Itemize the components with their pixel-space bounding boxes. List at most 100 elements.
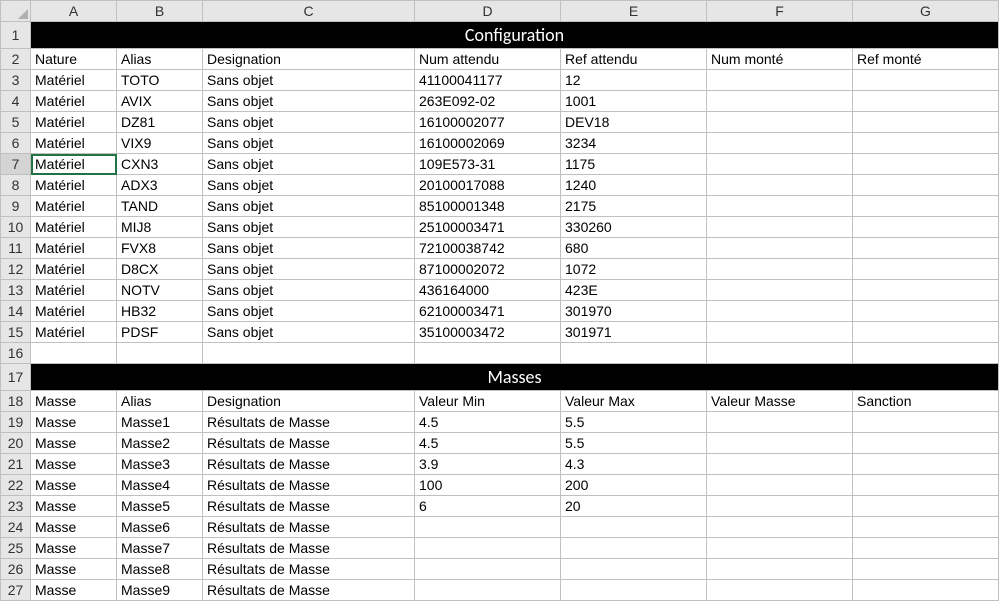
cell-E20[interactable]: 5.5 [561, 433, 707, 454]
cell-D23[interactable]: 6 [415, 496, 561, 517]
cell-E25[interactable] [561, 538, 707, 559]
cell-A2[interactable]: Nature [31, 49, 117, 70]
cell-C25[interactable]: Résultats de Masse [203, 538, 415, 559]
cell-C16[interactable] [203, 343, 415, 364]
row-header-26[interactable]: 26 [1, 559, 31, 580]
cell-G2[interactable]: Ref monté [853, 49, 999, 70]
cell-G20[interactable] [853, 433, 999, 454]
cell-A21[interactable]: Masse [31, 454, 117, 475]
cell-A11[interactable]: Matériel [31, 238, 117, 259]
cell-B11[interactable]: FVX8 [117, 238, 203, 259]
cell-F18[interactable]: Valeur Masse [707, 391, 853, 412]
cell-C19[interactable]: Résultats de Masse [203, 412, 415, 433]
cell-B14[interactable]: HB32 [117, 301, 203, 322]
cell-D10[interactable]: 25100003471 [415, 217, 561, 238]
cell-B10[interactable]: MIJ8 [117, 217, 203, 238]
cell-C27[interactable]: Résultats de Masse [203, 580, 415, 601]
cell-E16[interactable] [561, 343, 707, 364]
column-header-F[interactable]: F [707, 1, 853, 22]
cell-A24[interactable]: Masse [31, 517, 117, 538]
cell-G15[interactable] [853, 322, 999, 343]
row-header-8[interactable]: 8 [1, 175, 31, 196]
cell-A9[interactable]: Matériel [31, 196, 117, 217]
cell-E14[interactable]: 301970 [561, 301, 707, 322]
cell-G6[interactable] [853, 133, 999, 154]
cell-G21[interactable] [853, 454, 999, 475]
cell-G10[interactable] [853, 217, 999, 238]
cell-A25[interactable]: Masse [31, 538, 117, 559]
column-header-G[interactable]: G [853, 1, 999, 22]
cell-G11[interactable] [853, 238, 999, 259]
cell-A27[interactable]: Masse [31, 580, 117, 601]
cell-F16[interactable] [707, 343, 853, 364]
row-header-15[interactable]: 15 [1, 322, 31, 343]
cell-A18[interactable]: Masse [31, 391, 117, 412]
cell-F6[interactable] [707, 133, 853, 154]
cell-F24[interactable] [707, 517, 853, 538]
cell-B5[interactable]: DZ81 [117, 112, 203, 133]
cell-D19[interactable]: 4.5 [415, 412, 561, 433]
cell-E26[interactable] [561, 559, 707, 580]
cell-A8[interactable]: Matériel [31, 175, 117, 196]
row-header-6[interactable]: 6 [1, 133, 31, 154]
cell-A19[interactable]: Masse [31, 412, 117, 433]
cell-B26[interactable]: Masse8 [117, 559, 203, 580]
cell-D18[interactable]: Valeur Min [415, 391, 561, 412]
row-header-22[interactable]: 22 [1, 475, 31, 496]
cell-G8[interactable] [853, 175, 999, 196]
cell-E27[interactable] [561, 580, 707, 601]
cell-D22[interactable]: 100 [415, 475, 561, 496]
row-header-23[interactable]: 23 [1, 496, 31, 517]
row-header-13[interactable]: 13 [1, 280, 31, 301]
cell-A5[interactable]: Matériel [31, 112, 117, 133]
cell-B8[interactable]: ADX3 [117, 175, 203, 196]
cell-B20[interactable]: Masse2 [117, 433, 203, 454]
cell-A14[interactable]: Matériel [31, 301, 117, 322]
cell-C21[interactable]: Résultats de Masse [203, 454, 415, 475]
cell-D14[interactable]: 62100003471 [415, 301, 561, 322]
cell-D15[interactable]: 35100003472 [415, 322, 561, 343]
cell-D26[interactable] [415, 559, 561, 580]
cell-G13[interactable] [853, 280, 999, 301]
row-header-12[interactable]: 12 [1, 259, 31, 280]
cell-B18[interactable]: Alias [117, 391, 203, 412]
cell-E9[interactable]: 2175 [561, 196, 707, 217]
row-header-27[interactable]: 27 [1, 580, 31, 601]
cell-D7[interactable]: 109E573-31 [415, 154, 561, 175]
cell-D20[interactable]: 4.5 [415, 433, 561, 454]
cell-D16[interactable] [415, 343, 561, 364]
cell-E11[interactable]: 680 [561, 238, 707, 259]
cell-E24[interactable] [561, 517, 707, 538]
cell-C9[interactable]: Sans objet [203, 196, 415, 217]
row-header-4[interactable]: 4 [1, 91, 31, 112]
cell-G25[interactable] [853, 538, 999, 559]
cell-F5[interactable] [707, 112, 853, 133]
column-header-E[interactable]: E [561, 1, 707, 22]
cell-A16[interactable] [31, 343, 117, 364]
cell-B21[interactable]: Masse3 [117, 454, 203, 475]
cell-C7[interactable]: Sans objet [203, 154, 415, 175]
cell-A15[interactable]: Matériel [31, 322, 117, 343]
cell-G24[interactable] [853, 517, 999, 538]
row-header-1[interactable]: 1 [1, 22, 31, 49]
cell-E13[interactable]: 423E [561, 280, 707, 301]
cell-D24[interactable] [415, 517, 561, 538]
cell-E15[interactable]: 301971 [561, 322, 707, 343]
cell-F10[interactable] [707, 217, 853, 238]
cell-B6[interactable]: VIX9 [117, 133, 203, 154]
cell-E6[interactable]: 3234 [561, 133, 707, 154]
cell-G23[interactable] [853, 496, 999, 517]
column-header-B[interactable]: B [117, 1, 203, 22]
cell-F2[interactable]: Num monté [707, 49, 853, 70]
cell-C13[interactable]: Sans objet [203, 280, 415, 301]
cell-E5[interactable]: DEV18 [561, 112, 707, 133]
cell-D6[interactable]: 16100002069 [415, 133, 561, 154]
cell-A13[interactable]: Matériel [31, 280, 117, 301]
cell-C3[interactable]: Sans objet [203, 70, 415, 91]
cell-F15[interactable] [707, 322, 853, 343]
cell-G14[interactable] [853, 301, 999, 322]
cell-E23[interactable]: 20 [561, 496, 707, 517]
cell-C22[interactable]: Résultats de Masse [203, 475, 415, 496]
row-header-17[interactable]: 17 [1, 364, 31, 391]
cell-D21[interactable]: 3.9 [415, 454, 561, 475]
